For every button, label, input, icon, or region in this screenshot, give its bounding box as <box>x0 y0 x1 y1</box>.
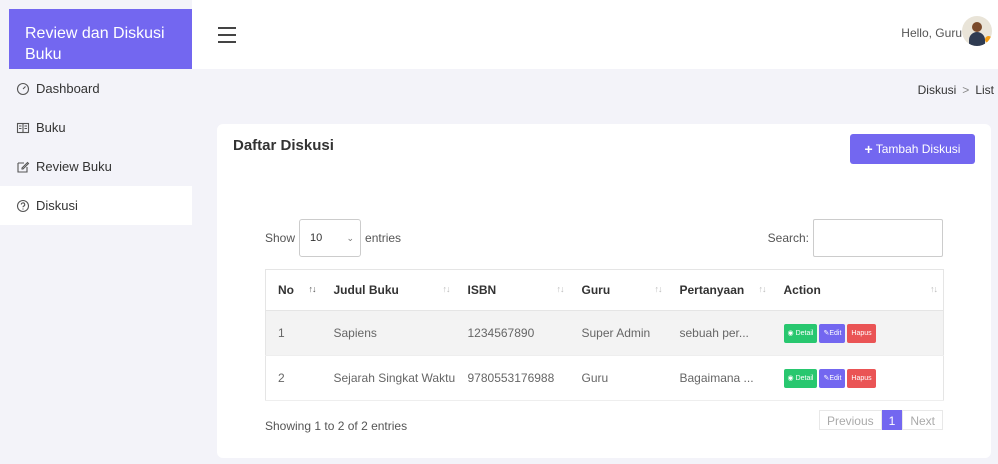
delete-button[interactable]: Hapus <box>847 368 876 388</box>
topbar: Hello, Guru <box>192 0 998 69</box>
search-input[interactable] <box>813 219 943 257</box>
sidebar-item-buku[interactable]: Buku <box>0 108 192 147</box>
cell-judul: Sejarah Singkat Waktu <box>321 355 456 401</box>
edit-icon <box>16 160 30 174</box>
eye-icon: ◉ <box>787 374 794 382</box>
sidebar-item-review-buku[interactable]: Review Buku <box>0 147 192 186</box>
detail-button[interactable]: ◉ Detail <box>783 323 818 343</box>
book-icon <box>16 121 30 135</box>
breadcrumb: Diskusi > List <box>918 83 994 97</box>
sort-icon: ↑↓ <box>654 284 663 294</box>
cell-judul: Sapiens <box>321 310 456 356</box>
entries-control: Show 10 ⌄ entries <box>265 219 401 257</box>
cell-action: ◉ Detail ✎Edit Hapus <box>771 310 944 356</box>
menu-icon[interactable] <box>218 27 236 43</box>
entries-select[interactable]: 10 ⌄ <box>299 219 362 257</box>
add-discussion-button[interactable]: + Tambah Diskusi <box>850 134 975 164</box>
sort-icon: ↑↓ <box>442 284 451 294</box>
add-discussion-label: Tambah Diskusi <box>875 142 961 156</box>
breadcrumb-item-list: List <box>975 83 994 97</box>
sort-icon: ↑↓ <box>556 284 565 294</box>
table-info: Showing 1 to 2 of 2 entries <box>265 419 408 433</box>
column-pertanyaan[interactable]: Pertanyaan ↑↓ <box>667 269 772 311</box>
sidebar-item-label: Review Buku <box>36 159 112 174</box>
entries-value: 10 <box>310 232 323 244</box>
table-header-row: No ↑↓ Judul Buku ↑↓ ISBN ↑↓ Guru ↑↓ Pertanya… <box>265 269 944 311</box>
eye-icon: ◉ <box>787 329 794 337</box>
column-no[interactable]: No ↑↓ <box>265 269 322 311</box>
sort-icon: ↑↓ <box>758 284 767 294</box>
search-label: Search: <box>767 231 809 245</box>
pagination: Previous 1 Next <box>818 410 943 430</box>
column-action[interactable]: Action ↑↓ <box>771 269 944 311</box>
cell-guru: Guru <box>569 355 668 401</box>
sort-icon: ↑↓ <box>930 284 938 294</box>
plus-icon: + <box>864 141 873 157</box>
column-judul-buku[interactable]: Judul Buku ↑↓ <box>321 269 456 311</box>
search-control: Search: <box>768 219 943 257</box>
page-title: Daftar Diskusi <box>233 137 334 154</box>
cell-no: 2 <box>265 355 322 401</box>
sidebar-item-label: Diskusi <box>36 198 78 213</box>
delete-button[interactable]: Hapus <box>847 323 876 343</box>
discussion-card: Daftar Diskusi + Tambah Diskusi Show 10 … <box>217 124 991 458</box>
sidebar-item-label: Dashboard <box>36 81 100 96</box>
cell-action: ◉ Detail ✎Edit Hapus <box>771 355 944 401</box>
table-row: 2 Sejarah Singkat Waktu 9780553176988 Gu… <box>265 355 944 401</box>
breadcrumb-item-diskusi[interactable]: Diskusi <box>918 83 957 97</box>
user-greeting[interactable]: Hello, Guru <box>901 26 962 40</box>
cell-isbn: 9780553176988 <box>455 355 570 401</box>
chevron-right-icon: > <box>962 83 970 97</box>
cell-no: 1 <box>265 310 322 356</box>
cell-isbn: 1234567890 <box>455 310 570 356</box>
cell-pertanyaan: Bagaimana ... <box>667 355 772 401</box>
discussion-table: No ↑↓ Judul Buku ↑↓ ISBN ↑↓ Guru ↑↓ Pertanya… <box>265 269 944 401</box>
column-isbn[interactable]: ISBN ↑↓ <box>455 269 570 311</box>
sidebar-item-diskusi[interactable]: Diskusi <box>0 186 192 225</box>
help-circle-icon <box>16 199 30 213</box>
cell-pertanyaan: sebuah per... <box>667 310 772 356</box>
sidebar-item-dashboard[interactable]: Dashboard <box>0 69 192 108</box>
chevron-down-icon: ⌄ <box>346 232 355 243</box>
gauge-icon <box>16 82 30 96</box>
status-dot-icon <box>985 36 992 43</box>
brand-title[interactable]: Review dan Diskusi Buku <box>9 9 192 69</box>
entries-label: entries <box>365 231 402 245</box>
page-1-button[interactable]: 1 <box>881 410 903 430</box>
avatar[interactable] <box>962 16 992 46</box>
column-guru[interactable]: Guru ↑↓ <box>569 269 668 311</box>
sidebar-item-label: Buku <box>36 120 66 135</box>
detail-button[interactable]: ◉ Detail <box>783 368 818 388</box>
sidebar: Review dan Diskusi Buku Dashboard Buku R… <box>0 0 192 464</box>
show-label: Show <box>265 231 296 245</box>
cell-guru: Super Admin <box>569 310 668 356</box>
edit-button[interactable]: ✎Edit <box>819 323 846 343</box>
sort-icon: ↑↓ <box>308 284 317 294</box>
previous-button[interactable]: Previous <box>818 410 882 430</box>
edit-button[interactable]: ✎Edit <box>819 368 846 388</box>
table-row: 1 Sapiens 1234567890 Super Admin sebuah … <box>265 310 944 356</box>
next-button[interactable]: Next <box>902 410 943 430</box>
